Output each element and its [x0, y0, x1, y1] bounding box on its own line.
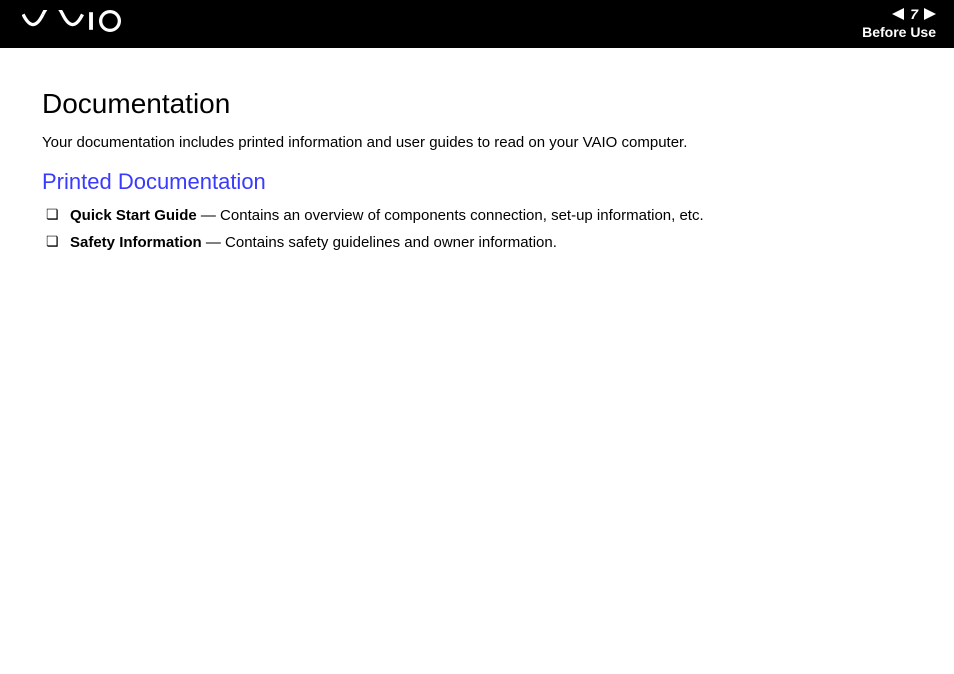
- item-desc: Contains safety guidelines and owner inf…: [225, 234, 557, 251]
- prev-page-arrow-icon[interactable]: [892, 8, 904, 20]
- page-number: 7: [910, 6, 918, 22]
- page-header: 7 Before Use: [0, 0, 954, 48]
- item-desc: Contains an overview of components conne…: [220, 207, 704, 224]
- intro-text: Your documentation includes printed info…: [42, 134, 912, 151]
- item-name: Safety Information: [70, 234, 202, 251]
- subheading: Printed Documentation: [42, 169, 912, 195]
- item-sep: —: [202, 234, 225, 251]
- header-right: 7 Before Use: [862, 6, 936, 40]
- list-item: Quick Start Guide — Contains an overview…: [42, 205, 912, 226]
- list-item: Safety Information — Contains safety gui…: [42, 232, 912, 253]
- pager: 7: [892, 6, 936, 22]
- item-sep: —: [197, 207, 220, 224]
- vaio-logo: [22, 10, 132, 32]
- next-page-arrow-icon[interactable]: [924, 8, 936, 20]
- page-title: Documentation: [42, 88, 912, 120]
- bullet-list: Quick Start Guide — Contains an overview…: [42, 205, 912, 253]
- item-name: Quick Start Guide: [70, 207, 197, 224]
- vaio-logo-icon: [22, 10, 132, 32]
- page-content: Documentation Your documentation include…: [0, 48, 954, 299]
- section-label: Before Use: [862, 24, 936, 40]
